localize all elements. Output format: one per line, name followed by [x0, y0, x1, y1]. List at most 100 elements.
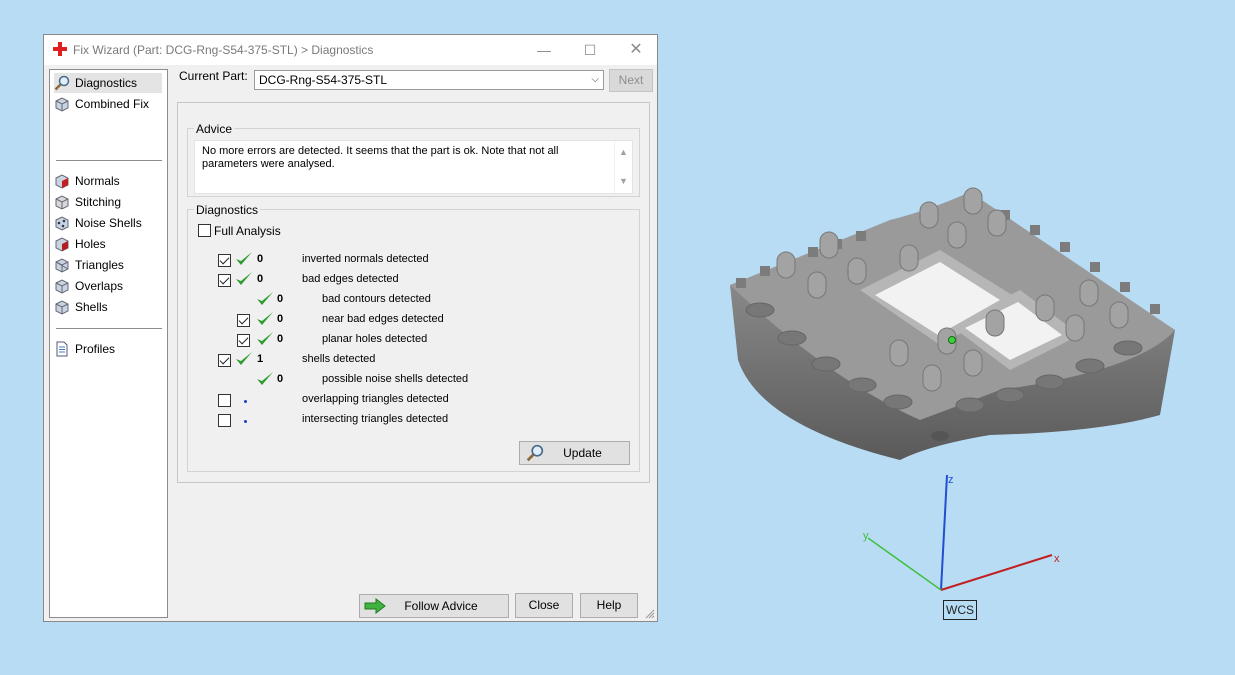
wcs-label: WCS: [943, 600, 977, 620]
sidebar-item-label: Holes: [75, 237, 106, 251]
current-part-label: Current Part:: [179, 69, 248, 83]
sidebar-item-label: Shells: [75, 300, 108, 314]
overlapping-triangles-checkbox[interactable]: [218, 394, 231, 407]
next-button[interactable]: Next: [609, 69, 653, 92]
follow-advice-button[interactable]: Follow Advice: [359, 594, 509, 618]
near-bad-edges-count: 0: [277, 313, 284, 325]
normals-cube-icon: [55, 174, 69, 189]
sidebar-item-profiles[interactable]: Profiles: [54, 339, 115, 359]
sidebar-item-label: Profiles: [75, 342, 116, 356]
planar-holes-checkbox[interactable]: [237, 334, 250, 347]
minimize-button[interactable]: —: [522, 35, 566, 65]
sidebar-item-label: Combined Fix: [75, 97, 150, 111]
full-analysis-checkbox[interactable]: [198, 224, 211, 237]
bad-edges-checkbox[interactable]: [218, 274, 231, 287]
check-mark-icon: [257, 292, 273, 305]
sidebar-item-shells[interactable]: Shells: [54, 297, 108, 317]
pending-dot-icon: [244, 400, 247, 403]
near-bad-edges-text: near bad edges detected: [322, 313, 444, 325]
part-3d-view[interactable]: [700, 170, 1220, 630]
pending-dot-icon: [244, 420, 247, 423]
axis-triad: [867, 474, 1053, 591]
sidebar-item-holes[interactable]: Holes: [54, 234, 106, 254]
advice-scrollbar[interactable]: ▲ ▼: [614, 141, 632, 193]
planar-holes-text: planar holes detected: [322, 333, 428, 345]
sidebar-item-label: Normals: [75, 174, 120, 188]
stitching-cube-icon: [55, 195, 69, 210]
inverted-normals-text: inverted normals detected: [302, 253, 429, 265]
update-label: Update: [563, 446, 602, 460]
shells-cube-icon: [55, 300, 69, 315]
noise-shells-icon: [55, 216, 69, 231]
green-arrow-icon: [364, 598, 386, 614]
advice-textbox[interactable]: No more errors are detected. It seems th…: [194, 140, 633, 194]
scroll-up-icon: ▲: [619, 147, 628, 157]
shells-text: shells detected: [302, 353, 376, 365]
check-mark-icon: [236, 252, 252, 265]
help-button[interactable]: Help: [580, 593, 638, 618]
shells-checkbox[interactable]: [218, 354, 231, 367]
resize-grip-icon[interactable]: [645, 609, 655, 619]
sidebar-item-diagnostics[interactable]: Diagnostics: [54, 73, 162, 93]
close-button[interactable]: Close: [515, 593, 573, 618]
maximize-button[interactable]: ☐: [568, 35, 612, 65]
advice-text: No more errors are detected. It seems th…: [202, 145, 559, 170]
check-mark-icon: [257, 312, 273, 325]
sidebar-item-label: Diagnostics: [75, 76, 138, 90]
current-part-value: DCG-Rng-S54-375-STL: [259, 73, 388, 87]
cube-icon: [55, 97, 69, 112]
check-mark-icon: [236, 272, 252, 285]
sidebar-item-noise-shells[interactable]: Noise Shells: [54, 213, 142, 233]
advice-label: Advice: [194, 122, 235, 136]
near-bad-edges-checkbox[interactable]: [237, 314, 250, 327]
sidebar-item-triangles[interactable]: Triangles: [54, 255, 124, 275]
axis-z-label: z: [948, 474, 954, 486]
sidebar-item-label: Overlaps: [75, 279, 124, 293]
overlaps-cube-icon: [55, 279, 69, 294]
sidebar-item-stitching[interactable]: Stitching: [54, 192, 121, 212]
advice-group: Advice No more errors are detected. It s…: [187, 122, 640, 197]
shells-count: 1: [257, 353, 264, 365]
inverted-normals-checkbox[interactable]: [218, 254, 231, 267]
follow-advice-label: Follow Advice: [404, 599, 478, 613]
noise-shells-text: possible noise shells detected: [322, 373, 469, 385]
sidebar: Diagnostics Combined Fix Normals Stitchi…: [49, 69, 168, 618]
main-panel: Advice No more errors are detected. It s…: [177, 102, 650, 483]
bad-contours-count: 0: [277, 293, 284, 305]
check-mark-icon: [236, 352, 252, 365]
inverted-normals-count: 0: [257, 253, 264, 265]
intersecting-triangles-text: intersecting triangles detected: [302, 413, 449, 425]
title-bar[interactable]: Fix Wizard (Part: DCG-Rng-S54-375-STL) >…: [44, 35, 657, 65]
sidebar-item-combined-fix[interactable]: Combined Fix: [54, 94, 149, 114]
triangles-cube-icon: [55, 258, 69, 273]
bad-edges-count: 0: [257, 273, 264, 285]
diagnostics-label: Diagnostics: [194, 203, 261, 217]
sidebar-item-label: Noise Shells: [75, 216, 142, 230]
update-button[interactable]: Update: [519, 441, 630, 465]
bad-contours-text: bad contours detected: [322, 293, 431, 305]
sidebar-item-normals[interactable]: Normals: [54, 171, 120, 191]
noise-shells-count: 0: [277, 373, 284, 385]
intersecting-triangles-checkbox[interactable]: [218, 414, 231, 427]
fix-wizard-window: Fix Wizard (Part: DCG-Rng-S54-375-STL) >…: [43, 34, 658, 622]
planar-holes-count: 0: [277, 333, 284, 345]
overlapping-triangles-text: overlapping triangles detected: [302, 393, 449, 405]
holes-cube-icon: [55, 237, 69, 252]
sidebar-item-label: Triangles: [75, 258, 124, 272]
part-model: [730, 187, 1175, 460]
magnifier-icon: [526, 444, 544, 462]
red-cross-icon: [53, 42, 67, 56]
sidebar-item-label: Stitching: [75, 195, 122, 209]
sidebar-separator: [56, 160, 162, 161]
scroll-down-icon: ▼: [619, 176, 628, 186]
check-mark-icon: [257, 372, 273, 385]
sidebar-item-overlaps[interactable]: Overlaps: [54, 276, 123, 296]
magnifier-icon: [54, 75, 70, 91]
axis-x-label: x: [1054, 553, 1060, 565]
chevron-down-icon: ⌵: [591, 74, 599, 85]
current-part-select[interactable]: DCG-Rng-S54-375-STL ⌵: [254, 70, 604, 90]
axis-y-label: y: [863, 530, 869, 542]
diagnostics-group: Diagnostics Full Analysis 0 inverted nor…: [187, 203, 640, 472]
close-window-button[interactable]: ✕: [614, 35, 658, 65]
full-analysis-label: Full Analysis: [214, 224, 281, 238]
